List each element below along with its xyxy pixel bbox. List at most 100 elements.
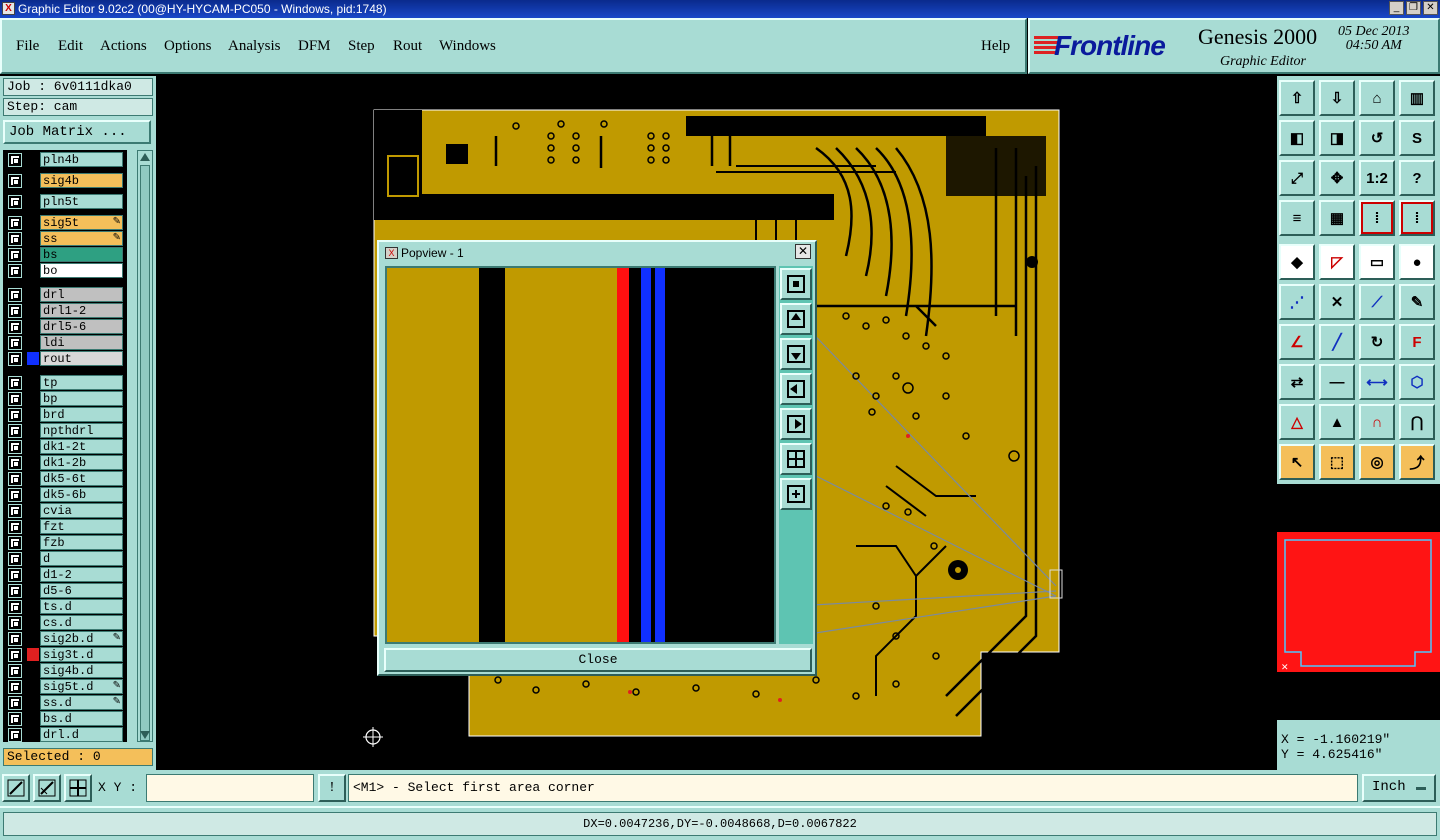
layer-checkbox[interactable] bbox=[8, 174, 22, 188]
layer-name[interactable]: pln5t bbox=[40, 194, 123, 209]
scroll-up-icon[interactable] bbox=[138, 151, 152, 163]
layer-color-swatch[interactable] bbox=[27, 472, 39, 485]
layer-color-swatch[interactable] bbox=[27, 408, 39, 421]
layer-name[interactable]: sig4b bbox=[40, 173, 123, 188]
arch-button[interactable]: ∩ bbox=[1359, 404, 1395, 440]
layer-name[interactable]: d5-6 bbox=[40, 583, 123, 598]
layer-checkbox[interactable] bbox=[8, 424, 22, 438]
layer-color-swatch[interactable] bbox=[27, 264, 39, 277]
restore-button[interactable]: ❐ bbox=[1406, 1, 1421, 15]
angle-button[interactable]: ∠ bbox=[1279, 324, 1315, 360]
layer-row-ss.d[interactable]: ss.d ✎ bbox=[3, 695, 127, 710]
upload-button[interactable]: ⇧ bbox=[1279, 80, 1315, 116]
layer-color-swatch[interactable] bbox=[27, 664, 39, 677]
layer-row-brd[interactable]: brd bbox=[3, 407, 127, 422]
layer-checkbox[interactable] bbox=[8, 440, 22, 454]
layer-color-swatch[interactable] bbox=[27, 424, 39, 437]
popview-pan-right-button[interactable] bbox=[780, 408, 812, 440]
shape-button[interactable]: ⬡ bbox=[1399, 364, 1435, 400]
popview-zoom-out-button[interactable] bbox=[780, 443, 812, 475]
popview-zoom-in-button[interactable] bbox=[780, 478, 812, 510]
layer-name[interactable]: sig2b.d bbox=[40, 631, 123, 646]
layer-row-bp[interactable]: bp bbox=[3, 391, 127, 406]
layer-color-swatch[interactable] bbox=[27, 232, 39, 245]
layer-name[interactable]: cs.d bbox=[40, 615, 123, 630]
layer-checkbox[interactable] bbox=[8, 600, 22, 614]
zoom-left-button[interactable]: ◧ bbox=[1279, 120, 1315, 156]
layer-row-sig3t.d[interactable]: sig3t.d bbox=[3, 647, 127, 662]
move-button[interactable]: ⇄ bbox=[1279, 364, 1315, 400]
layer-checkbox[interactable] bbox=[8, 472, 22, 486]
layer-name[interactable]: sig5t.d bbox=[40, 679, 123, 694]
layer-checkbox[interactable] bbox=[8, 320, 22, 334]
select-circle-button[interactable]: ◎ bbox=[1359, 444, 1395, 480]
layer-scrollbar[interactable] bbox=[137, 150, 153, 742]
layer-row-ldi[interactable]: ldi bbox=[3, 335, 127, 350]
center-button[interactable]: ✥ bbox=[1319, 160, 1355, 196]
layer-row-fzb[interactable]: fzb bbox=[3, 535, 127, 550]
layer-color-swatch[interactable] bbox=[27, 336, 39, 349]
popview-pan-up-button[interactable] bbox=[780, 303, 812, 335]
layer-name[interactable]: bs.d bbox=[40, 711, 123, 726]
layer-name[interactable]: d bbox=[40, 551, 123, 566]
layer-checkbox[interactable] bbox=[8, 520, 22, 534]
layer-color-swatch[interactable] bbox=[27, 504, 39, 517]
scroll-thumb[interactable] bbox=[140, 165, 150, 741]
menu-actions[interactable]: Actions bbox=[100, 38, 147, 55]
popview-close-button[interactable]: Close bbox=[384, 648, 812, 672]
popview-pan-down-button[interactable] bbox=[780, 338, 812, 370]
layer-row-bs[interactable]: bs bbox=[3, 247, 127, 262]
layer-name[interactable]: bp bbox=[40, 391, 123, 406]
layer-row-bo[interactable]: bo bbox=[3, 263, 127, 278]
layer-name[interactable]: sig5t bbox=[40, 215, 123, 230]
layer-checkbox[interactable] bbox=[8, 488, 22, 502]
layer-checkbox[interactable] bbox=[8, 392, 22, 406]
download-button[interactable]: ⇩ bbox=[1319, 80, 1355, 116]
layer-row-sig4b[interactable]: sig4b bbox=[3, 173, 127, 188]
layer-checkbox[interactable] bbox=[8, 696, 22, 710]
menu-dfm[interactable]: DFM bbox=[298, 38, 331, 55]
layer-color-swatch[interactable] bbox=[27, 600, 39, 613]
layer-row-ts.d[interactable]: ts.d bbox=[3, 599, 127, 614]
layer-checkbox[interactable] bbox=[8, 376, 22, 390]
scale-button[interactable]: 1:2 bbox=[1359, 160, 1395, 196]
layer-color-swatch[interactable] bbox=[27, 456, 39, 469]
snap-tool-button[interactable] bbox=[2, 774, 30, 802]
dot-button[interactable]: ● bbox=[1399, 244, 1435, 280]
layer-name[interactable]: cvia bbox=[40, 503, 123, 518]
layer-row-pln5t[interactable]: pln5t bbox=[3, 194, 127, 209]
layer-row-bs.d[interactable]: bs.d bbox=[3, 711, 127, 726]
layer-checkbox[interactable] bbox=[8, 195, 22, 209]
layer-name[interactable]: drl.d bbox=[40, 727, 123, 742]
layer-name[interactable]: sig3t.d bbox=[40, 647, 123, 662]
layer-checkbox[interactable] bbox=[8, 216, 22, 230]
layer-row-dk5-6b[interactable]: dk5-6b bbox=[3, 487, 127, 502]
layer-row-sig2b.d[interactable]: sig2b.d ✎ bbox=[3, 631, 127, 646]
layer-color-swatch[interactable] bbox=[27, 712, 39, 725]
menu-edit[interactable]: Edit bbox=[58, 38, 83, 55]
scroll-down-icon[interactable] bbox=[138, 729, 152, 741]
layer-row-drl.d[interactable]: drl.d bbox=[3, 727, 127, 742]
layer-name[interactable]: fzb bbox=[40, 535, 123, 550]
slash-button[interactable]: ╱ bbox=[1319, 324, 1355, 360]
layer-name[interactable]: dk5-6t bbox=[40, 471, 123, 486]
layer-checkbox[interactable] bbox=[8, 632, 22, 646]
layer-checkbox[interactable] bbox=[8, 456, 22, 470]
layer-color-swatch[interactable] bbox=[27, 696, 39, 709]
layer-checkbox[interactable] bbox=[8, 728, 22, 742]
layer-row-cvia[interactable]: cvia bbox=[3, 503, 127, 518]
layer-color-swatch[interactable] bbox=[27, 680, 39, 693]
layer-color-swatch[interactable] bbox=[27, 288, 39, 301]
layer-color-swatch[interactable] bbox=[27, 520, 39, 533]
layer-checkbox[interactable] bbox=[8, 712, 22, 726]
layer-color-swatch[interactable] bbox=[27, 352, 39, 365]
layer-color-swatch[interactable] bbox=[27, 174, 39, 187]
layer-row-npthdrl[interactable]: npthdrl bbox=[3, 423, 127, 438]
layer-color-swatch[interactable] bbox=[27, 584, 39, 597]
layer-color-swatch[interactable] bbox=[27, 248, 39, 261]
layer-name[interactable]: bo bbox=[40, 263, 123, 278]
layer-row-ss[interactable]: ss ✎ bbox=[3, 231, 127, 246]
home-button[interactable]: ⌂ bbox=[1359, 80, 1395, 116]
help-button[interactable]: ? bbox=[1399, 160, 1435, 196]
layer-color-swatch[interactable] bbox=[27, 728, 39, 741]
